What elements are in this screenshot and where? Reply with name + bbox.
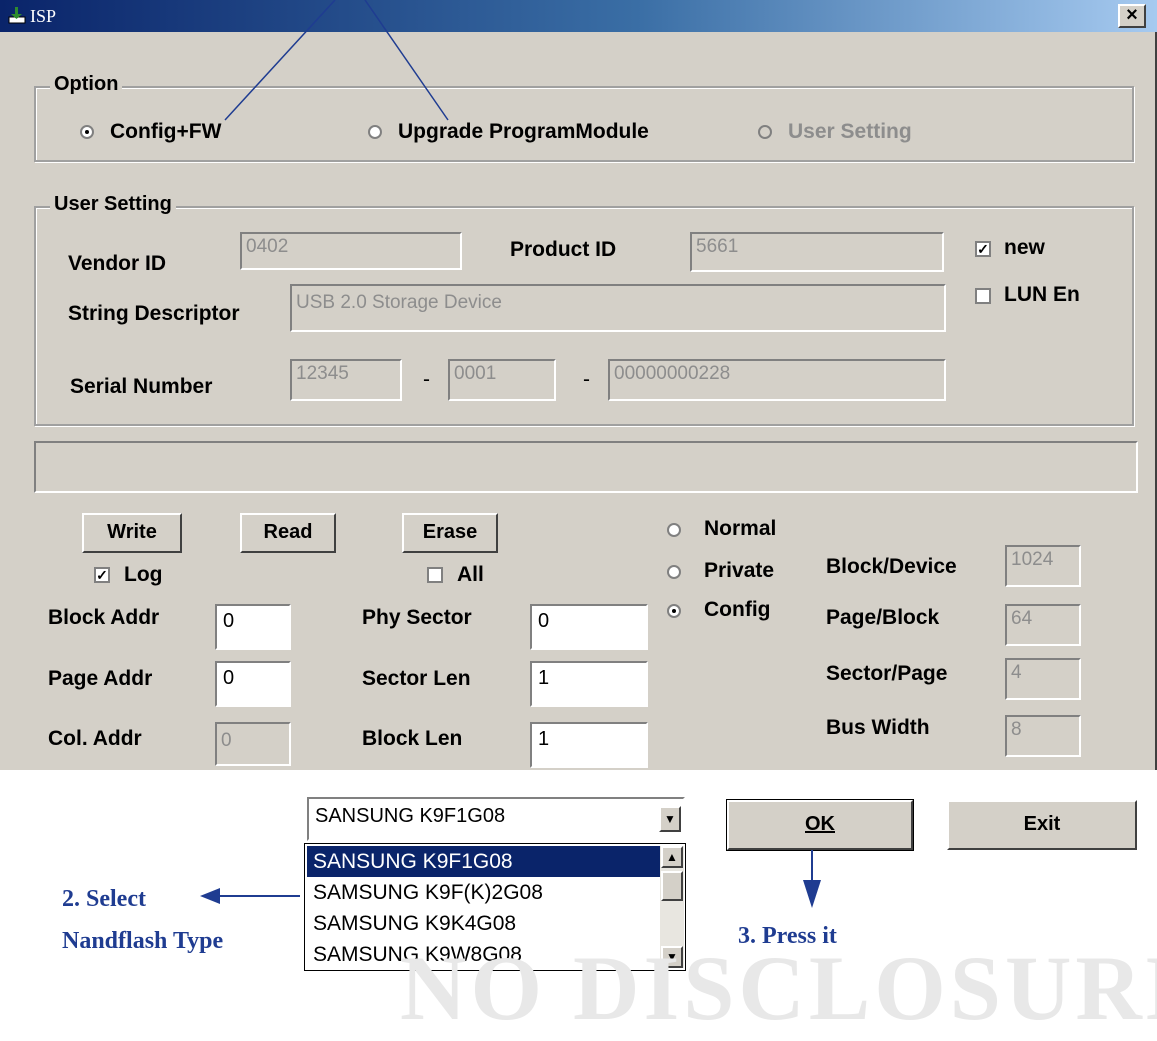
annotation-line-left bbox=[224, 0, 336, 121]
step2-label-line2: Nandflash Type bbox=[62, 928, 224, 954]
step2-label-line1: 2. Select bbox=[62, 886, 146, 912]
annotation-arrows bbox=[200, 0, 821, 908]
step3-label: 3. Press it bbox=[738, 923, 837, 949]
arrow-down-icon bbox=[803, 880, 821, 908]
watermark: NO DISCLOSURE bbox=[400, 937, 1157, 1039]
annotation-line-right bbox=[364, 0, 449, 121]
arrow-left-icon bbox=[200, 888, 220, 904]
